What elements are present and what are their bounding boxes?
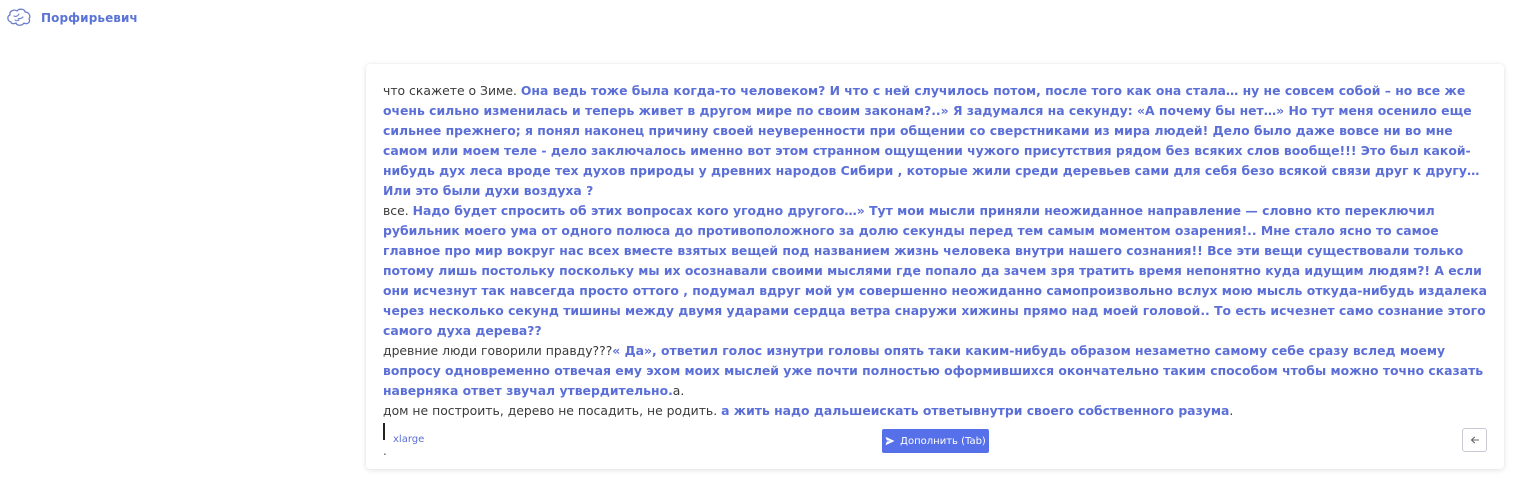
user-text: . [1229, 403, 1234, 418]
editor-paragraph: что скажете о Зиме. Она ведь тоже была к… [383, 81, 1488, 201]
editor-paragraph: все. Надо будет спросить об этих вопроса… [383, 201, 1488, 341]
user-text: все. [383, 203, 413, 218]
editor-paragraph: дом не построить, дерево не посадить, не… [383, 401, 1488, 421]
send-icon [885, 436, 895, 446]
editor-paragraph: древние люди говорили правду???« Да», от… [383, 341, 1488, 401]
user-text: что скажете о Зиме. [383, 83, 521, 98]
user-text: а. [672, 383, 685, 398]
user-text: дом не построить, дерево не посадить, не… [383, 403, 722, 418]
text-caret [383, 423, 385, 440]
arrow-left-icon [1470, 436, 1479, 444]
text-editor[interactable]: что скажете о Зиме. Она ведь тоже была к… [383, 81, 1488, 461]
generated-text: а жить надо дальшеискать ответывнутри св… [721, 403, 1230, 418]
user-text: древние люди говорили правду??? [383, 343, 613, 358]
complete-button[interactable]: Дополнить (Tab) [882, 429, 989, 453]
brain-icon[interactable] [6, 8, 32, 28]
brand-name[interactable]: Порфирьевич [41, 11, 138, 25]
editor-card: что скажете о Зиме. Она ведь тоже была к… [366, 64, 1504, 469]
generated-text: Она ведь тоже была когда-то человеком? И… [383, 83, 1480, 198]
back-button[interactable] [1462, 428, 1487, 452]
top-bar: Порфирьевич [6, 6, 138, 30]
model-label[interactable]: xlarge [393, 434, 424, 445]
generated-text: Надо будет спросить об этих вопросах ког… [383, 203, 1488, 338]
complete-button-label: Дополнить (Tab) [900, 435, 986, 447]
